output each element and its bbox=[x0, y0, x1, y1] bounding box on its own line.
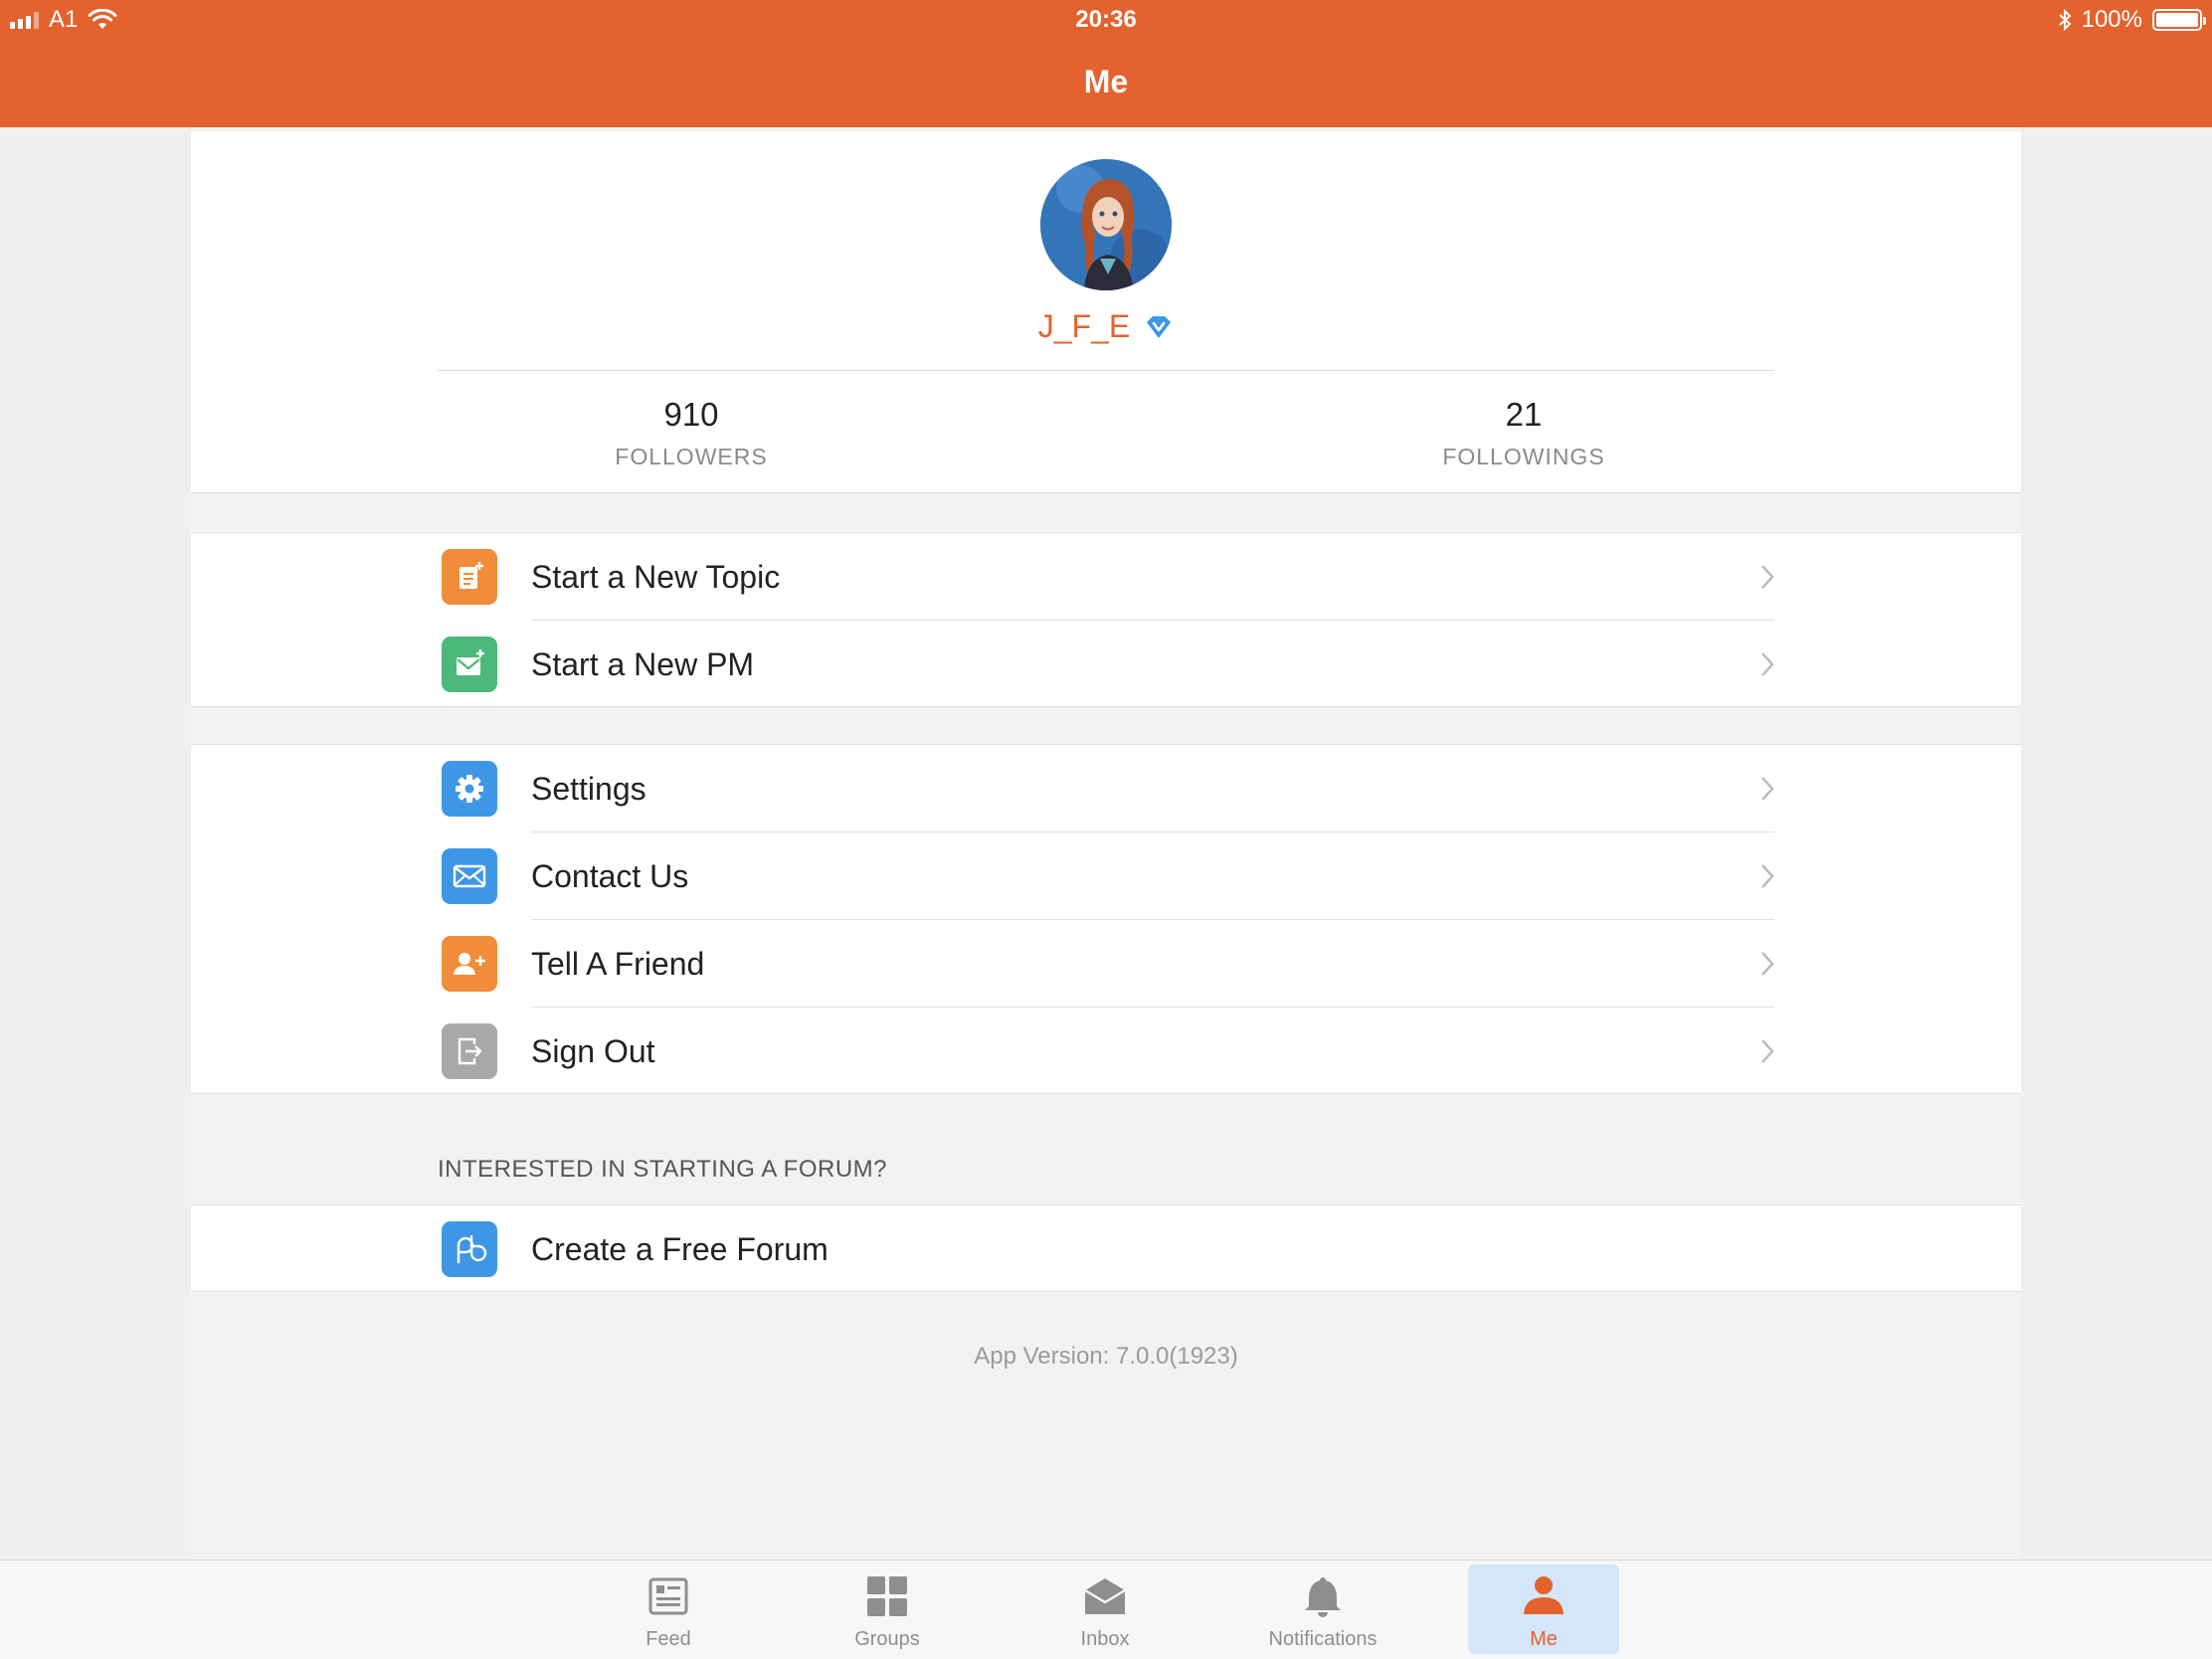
followings-label: FOLLOWINGS bbox=[1442, 444, 1605, 469]
feed-icon bbox=[648, 1577, 688, 1615]
verified-badge-icon bbox=[1147, 315, 1172, 338]
bell-icon bbox=[1305, 1577, 1341, 1617]
contact-us-row[interactable]: Contact Us bbox=[191, 832, 2021, 920]
status-bar: A1 20:36 100% bbox=[0, 0, 2212, 40]
menu-group: Settings Contact Us Tell A Friend Sign O… bbox=[191, 744, 2021, 1094]
create-free-forum-label: Create a Free Forum bbox=[531, 1230, 829, 1267]
chevron-right-icon bbox=[1761, 1039, 1774, 1063]
groups-icon bbox=[867, 1576, 907, 1616]
tab-feed-label: Feed bbox=[645, 1628, 691, 1650]
followings-count: 21 bbox=[1505, 396, 1543, 433]
tab-notifications[interactable]: Notifications bbox=[1247, 1565, 1398, 1654]
chevron-right-icon bbox=[1761, 864, 1774, 888]
tab-feed[interactable]: Feed bbox=[593, 1565, 744, 1654]
action-group: Start a New Topic Start a New PM bbox=[191, 532, 2021, 707]
start-new-topic-row[interactable]: Start a New Topic bbox=[191, 533, 2021, 621]
forum-section-header: INTERESTED IN STARTING A FORUM? bbox=[438, 1156, 887, 1183]
profile-divider bbox=[438, 370, 1774, 371]
new-pm-icon bbox=[442, 637, 497, 692]
forum-logo-icon bbox=[442, 1221, 497, 1277]
start-new-topic-label: Start a New Topic bbox=[531, 558, 781, 595]
followers-stat[interactable]: 910 FOLLOWERS bbox=[542, 396, 840, 470]
tab-groups-label: Groups bbox=[854, 1628, 920, 1650]
start-new-pm-label: Start a New PM bbox=[531, 645, 755, 682]
contact-us-label: Contact Us bbox=[531, 857, 689, 894]
tell-a-friend-row[interactable]: Tell A Friend bbox=[191, 920, 2021, 1008]
battery-percent: 100% bbox=[2081, 6, 2142, 33]
followings-stat[interactable]: 21 FOLLOWINGS bbox=[1375, 396, 1673, 470]
chevron-right-icon bbox=[1761, 952, 1774, 976]
new-topic-icon bbox=[442, 549, 497, 605]
profile-card: J_F_E 910 FOLLOWERS 21 FOLLOWINGS bbox=[191, 131, 2021, 493]
settings-row[interactable]: Settings bbox=[191, 745, 2021, 832]
tab-me[interactable]: Me bbox=[1468, 1565, 1619, 1654]
tab-groups[interactable]: Groups bbox=[812, 1565, 963, 1654]
chevron-right-icon bbox=[1761, 777, 1774, 801]
username: J_F_E bbox=[1037, 308, 1131, 344]
tab-inbox[interactable]: Inbox bbox=[1029, 1565, 1181, 1654]
status-right: 100% bbox=[2058, 6, 2206, 34]
settings-label: Settings bbox=[531, 770, 646, 807]
tab-inbox-label: Inbox bbox=[1080, 1628, 1130, 1650]
bluetooth-icon bbox=[2058, 9, 2072, 31]
avatar-image bbox=[1040, 159, 1172, 290]
tell-a-friend-label: Tell A Friend bbox=[531, 945, 705, 982]
chevron-right-icon bbox=[1761, 652, 1774, 676]
tab-notifications-label: Notifications bbox=[1268, 1628, 1378, 1650]
tab-bar: Feed Groups Inbox Notifications Me bbox=[0, 1560, 2212, 1659]
gear-icon bbox=[442, 761, 497, 817]
sign-out-label: Sign Out bbox=[531, 1032, 655, 1069]
tab-me-label: Me bbox=[1530, 1628, 1558, 1650]
page-title: Me bbox=[1083, 64, 1129, 99]
status-time: 20:36 bbox=[1075, 6, 1137, 33]
app-version: App Version: 7.0.0(1923) bbox=[974, 1343, 1238, 1370]
username-row: J_F_E bbox=[191, 308, 2021, 345]
main-content: J_F_E 910 FOLLOWERS 21 FOLLOWINGS Start … bbox=[191, 127, 2021, 1560]
start-new-pm-row[interactable]: Start a New PM bbox=[191, 621, 2021, 708]
envelope-icon bbox=[442, 848, 497, 904]
add-friend-icon bbox=[442, 936, 497, 992]
chevron-right-icon bbox=[1761, 565, 1774, 589]
forum-group: Create a Free Forum bbox=[191, 1204, 2021, 1292]
followers-count: 910 bbox=[663, 396, 719, 433]
sign-out-icon bbox=[442, 1023, 497, 1079]
create-free-forum-row[interactable]: Create a Free Forum bbox=[191, 1205, 2021, 1293]
person-icon bbox=[1524, 1576, 1564, 1614]
battery-icon bbox=[2152, 9, 2206, 31]
followers-label: FOLLOWERS bbox=[615, 444, 768, 469]
sign-out-row[interactable]: Sign Out bbox=[191, 1008, 2021, 1095]
inbox-icon bbox=[1084, 1578, 1126, 1614]
top-bar: A1 20:36 100% Me bbox=[0, 0, 2212, 127]
avatar[interactable] bbox=[1040, 159, 1172, 290]
